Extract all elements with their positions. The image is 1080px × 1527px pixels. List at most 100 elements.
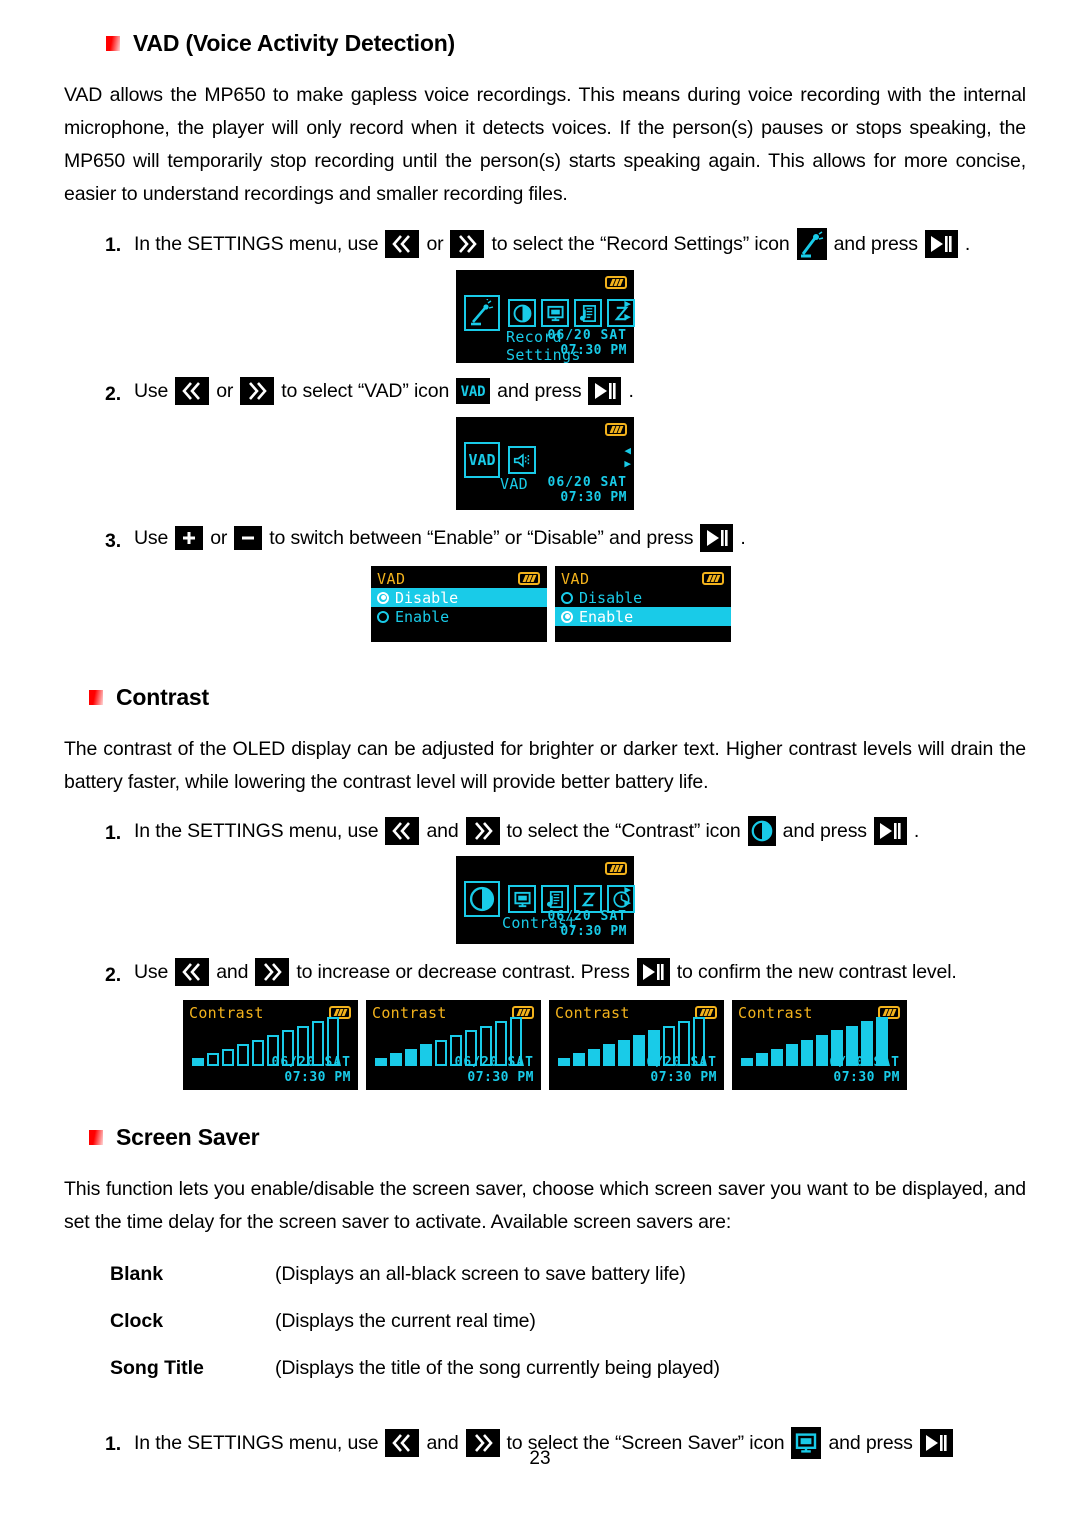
rewind-icon <box>175 958 210 986</box>
step-vad-2: 2. Use or to select “VAD” icon VAD and p… <box>105 377 1026 407</box>
list-item-label: Disable <box>395 588 459 607</box>
date-time: 06/20 SAT 07:30 PM <box>548 909 627 939</box>
oled-screen-record-settings: ▶ ▶ Record Settings 06/20 SAT 07:30 PM <box>456 270 635 364</box>
date-text: 06/20 SAT <box>271 1055 351 1070</box>
vad-icon: VAD <box>456 378 491 404</box>
list-item: Clock (Displays the current real time) <box>110 1308 1026 1334</box>
battery-icon <box>605 423 627 436</box>
music-document-icon[interactable] <box>574 299 602 327</box>
list-item[interactable]: Enable <box>371 607 547 626</box>
oled-screen-contrast-menu: ▶ ▶ Contrast 06/20 SAT 07:30 PM <box>456 856 635 944</box>
scroll-arrows-icon: ▶ ▶ <box>624 883 631 909</box>
list-item[interactable]: Disable <box>371 588 547 607</box>
step-number: 1. <box>105 234 121 256</box>
section-heading-text: Screen Saver <box>116 1124 260 1150</box>
step-text: . <box>628 380 634 402</box>
oled-screen-contrast-level-2: Contrast 06/20 SAT 07:30 PM <box>366 1000 541 1090</box>
rewind-icon <box>175 377 210 405</box>
step-text: . <box>913 820 920 842</box>
scroll-arrows-icon: ▶ ▶ <box>624 297 631 323</box>
step-vad-1: 1. In the SETTINGS menu, use or to selec… <box>105 228 1026 260</box>
contrast-bar <box>192 1058 204 1066</box>
date-text: 06/20 SAT <box>454 1055 534 1070</box>
battery-icon <box>702 572 724 585</box>
screenshot-row-contrast-menu: ▶ ▶ Contrast 06/20 SAT 07:30 PM <box>456 856 1026 944</box>
rewind-icon <box>385 230 420 258</box>
contrast-icon[interactable] <box>508 299 536 327</box>
contrast-bar <box>786 1044 798 1066</box>
record-microphone-icon[interactable] <box>464 295 500 331</box>
minus-icon <box>234 526 263 550</box>
play-pause-icon <box>588 377 622 405</box>
contrast-icon[interactable] <box>464 881 500 917</box>
time-text: 07:30 PM <box>650 1070 717 1085</box>
date-time: 06/20 SAT 07:30 PM <box>548 328 627 358</box>
step-text: Use <box>134 961 169 983</box>
record-microphone-icon <box>796 228 827 260</box>
contrast-bar <box>618 1039 630 1066</box>
bullet-square-icon <box>89 690 103 705</box>
screen-label: VAD <box>500 475 528 493</box>
bullet-square-icon <box>89 1130 103 1145</box>
list-item-label: Enable <box>579 607 634 626</box>
option-term: Song Title <box>110 1357 204 1379</box>
step-text: to select the “Contrast” icon <box>506 820 741 842</box>
screen-saver-icon[interactable] <box>508 885 536 913</box>
contrast-bar <box>741 1058 753 1066</box>
screenshot-row-vad-options: VAD Disable Enable VAD Disable Enable <box>371 566 1026 642</box>
screensaver-options-list: Blank (Displays an all-black screen to s… <box>110 1261 1026 1381</box>
contrast-bar <box>375 1058 387 1066</box>
date-text: 06/20 SAT <box>637 1055 717 1070</box>
step-number: 2. <box>105 383 121 405</box>
time-text: 07:30 PM <box>560 490 627 505</box>
contrast-bar <box>390 1053 402 1066</box>
oled-screen-contrast-level-3: Contrast 06/20 SAT 07:30 PM <box>549 1000 724 1090</box>
section-heading-text: Contrast <box>116 684 209 710</box>
list-item: Blank (Displays an all-black screen to s… <box>110 1261 1026 1287</box>
screen-saver-icon[interactable] <box>541 299 569 327</box>
option-description: (Displays the title of the song currentl… <box>275 1357 720 1379</box>
time-text: 07:30 PM <box>560 924 627 939</box>
contrast-bar <box>420 1044 432 1066</box>
fast-forward-icon <box>450 230 485 258</box>
date-text: 06/20 SAT <box>547 328 627 343</box>
page-number: 23 <box>529 1448 551 1469</box>
play-pause-icon <box>873 817 907 845</box>
date-time: 06/20 SAT 07:30 PM <box>455 1055 534 1085</box>
step-text: In the SETTINGS menu, use <box>134 233 379 255</box>
rewind-icon <box>385 817 420 845</box>
step-text: and press <box>782 820 867 842</box>
section-paragraph-vad: VAD allows the MP650 to make gapless voi… <box>64 84 1026 205</box>
step-text: In the SETTINGS menu, use <box>134 820 379 842</box>
section-paragraph-contrast: The contrast of the OLED display can be … <box>64 738 1026 793</box>
plus-icon <box>175 526 204 550</box>
step-text: to confirm the new contrast level. <box>676 961 957 983</box>
step-contrast-2: 2. Use and to increase or decrease contr… <box>105 958 1026 988</box>
contrast-bar <box>603 1044 615 1066</box>
vad-icon[interactable]: VAD <box>464 442 500 478</box>
date-time: 06/20 SAT 07:30 PM <box>548 475 627 505</box>
battery-icon <box>605 276 627 289</box>
screenshot-row-vad-menu: VAD ◀ ▶ VAD 06/20 SAT 07:30 PM <box>456 417 1026 510</box>
step-text: or <box>216 380 234 402</box>
screenshot-row-record-settings: ▶ ▶ Record Settings 06/20 SAT 07:30 PM <box>456 270 1026 364</box>
contrast-bar <box>558 1058 570 1066</box>
contrast-bar <box>573 1053 585 1066</box>
fast-forward-icon <box>465 817 500 845</box>
time-text: 07:30 PM <box>560 343 627 358</box>
list-item-label: Enable <box>395 607 450 626</box>
step-number: 2. <box>105 964 121 986</box>
oled-screen-vad-disable: VAD Disable Enable <box>371 566 547 642</box>
list-item[interactable]: Disable <box>555 588 731 607</box>
step-text: and <box>216 961 249 983</box>
list-item[interactable]: Enable <box>555 607 731 626</box>
date-text: 06/20 SAT <box>547 475 627 490</box>
speaker-icon[interactable] <box>508 446 536 474</box>
radio-selected-icon <box>377 591 389 604</box>
battery-icon <box>605 862 627 875</box>
date-text: 06/20 SAT <box>820 1055 900 1070</box>
contrast-bar <box>756 1053 768 1066</box>
time-text: 07:30 PM <box>833 1070 900 1085</box>
fast-forward-icon <box>240 377 275 405</box>
contrast-bar <box>252 1039 264 1066</box>
